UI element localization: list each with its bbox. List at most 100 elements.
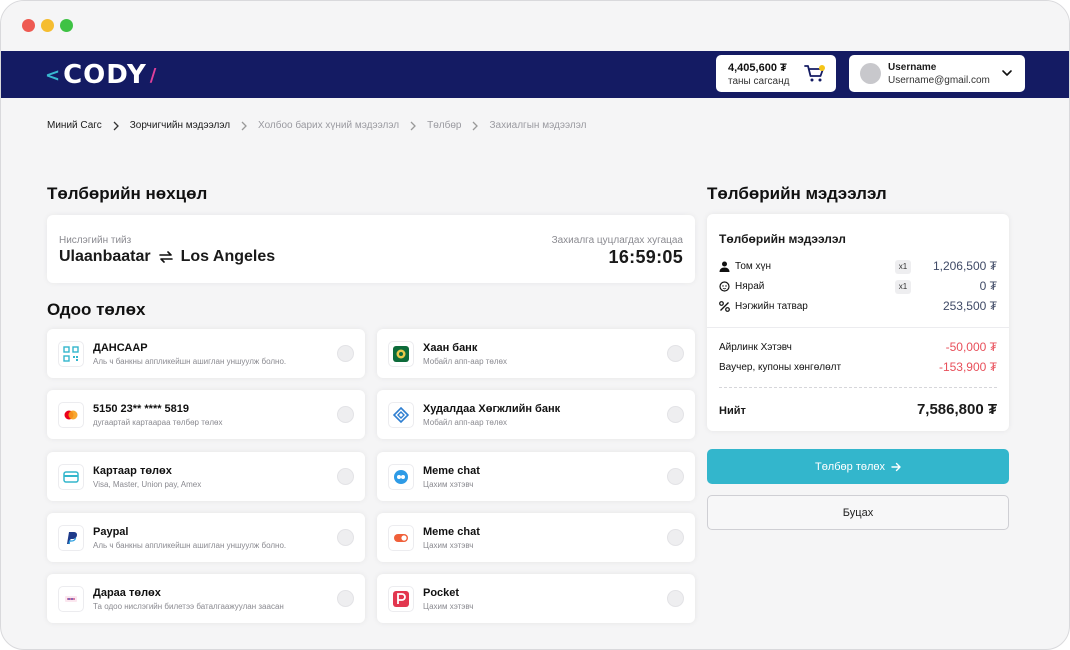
radio-button[interactable] [337, 468, 354, 485]
summary-row-wallet-discount: Айрлинк Хэтэвч -50,000 ₮ [719, 340, 997, 356]
radio-button[interactable] [337, 406, 354, 423]
breadcrumb-item-cart[interactable]: Миний Сагс [47, 120, 102, 131]
payment-method-title: Paypal [93, 526, 129, 538]
card-icon [58, 464, 84, 490]
pay-later-icon [58, 586, 84, 612]
user-menu-button[interactable]: Username Username@gmail.com [849, 55, 1025, 92]
payment-method-subtitle: дугаартай картаараа төлбөр төлөх [93, 418, 223, 427]
breadcrumb-item-contact: Холбоо барих хүний мэдээлэл [258, 120, 400, 131]
flight-route-card: Нислэгийн тийз Захиалга цуцлагдах хугаца… [47, 215, 695, 283]
origin-city: Ulaanbaatar [59, 248, 151, 265]
summary-row-value: -50,000 ₮ [945, 340, 997, 354]
chevron-down-icon [1002, 70, 1012, 76]
payment-method-subtitle: Мобайл апп-аар төлөх [423, 357, 507, 366]
minimize-window-button[interactable] [41, 19, 54, 32]
payment-method-pay-later[interactable]: Дараа төлөх Та одоо нислэгийн билетээ ба… [47, 574, 365, 623]
radio-button[interactable] [667, 406, 684, 423]
toggle-wallet-icon [388, 525, 414, 551]
payment-method-title: ДАНСААР [93, 342, 148, 354]
payment-method-subtitle: Аль ч банкны аппликейшн ашиглан уншуулж … [93, 357, 287, 366]
radio-button[interactable] [667, 590, 684, 607]
divider [707, 327, 1009, 328]
payment-method-card[interactable]: Картаар төлөх Visa, Master, Union pay, A… [47, 452, 365, 501]
flight-ticket-label: Нислэгийн тийз [59, 235, 132, 246]
summary-row-value: -153,900 ₮ [938, 360, 997, 374]
payment-method-title: Хаан банк [423, 342, 478, 354]
flight-route: Ulaanbaatar Los Angeles [59, 248, 275, 266]
payment-method-subtitle: Цахим хэтэвч [423, 541, 474, 550]
payment-method-title: Дараа төлөх [93, 587, 161, 599]
top-navbar: < CODY / 4,405,600 ₮ таны сагсанд Userna… [1, 51, 1069, 98]
pay-button-label: Төлбөр төлөх [814, 460, 886, 473]
cart-summary-button[interactable]: 4,405,600 ₮ таны сагсанд [716, 55, 836, 92]
breadcrumb: Миний Сагс Зорчигчийн мэдээлэл Холбоо ба… [47, 120, 586, 131]
chevron-right-icon [241, 121, 247, 130]
payment-method-bank-transfer[interactable]: ДАНСААР Аль ч банкны аппликейшн ашиглан … [47, 329, 365, 378]
back-button-label: Буцах [842, 506, 874, 519]
summary-row-value: 0 ₮ [979, 279, 997, 293]
payment-method-title: Meme chat [423, 465, 480, 477]
window-titlebar [1, 1, 1069, 51]
payment-method-subtitle: Мобайл апп-аар төлөх [423, 418, 507, 427]
payment-method-title: 5150 23** **** 5819 [93, 403, 190, 415]
breadcrumb-item-payment: Төлбөр [427, 120, 462, 131]
payment-method-title: Pocket [423, 587, 460, 599]
total-label: Нийт [719, 405, 746, 417]
payment-summary-card: Төлбөрийн мэдээлэл Том хүн x1 1,206,500 … [707, 214, 1009, 431]
radio-button[interactable] [667, 529, 684, 546]
breadcrumb-item-passenger[interactable]: Зорчигчийн мэдээлэл [130, 120, 230, 131]
cart-label: таны сагсанд [728, 76, 790, 87]
cody-logo[interactable]: < CODY / [45, 60, 156, 90]
paypal-icon [58, 525, 84, 551]
chevron-right-icon [113, 121, 119, 130]
app-window: < CODY / 4,405,600 ₮ таны сагсанд Userna… [0, 0, 1070, 650]
destination-city: Los Angeles [180, 248, 276, 265]
payment-method-subtitle: Аль ч банкны аппликейшн ашиглан уншуулж … [93, 541, 287, 550]
pay-now-title: Одоо төлөх [47, 300, 146, 319]
back-button[interactable]: Буцах [707, 495, 1009, 530]
radio-button[interactable] [337, 345, 354, 362]
radio-button[interactable] [667, 468, 684, 485]
payment-method-title: Картаар төлөх [93, 465, 172, 477]
summary-row-label: Ваучер, купоны хөнгөлөлт [719, 362, 842, 373]
breadcrumb-item-order: Захиалгын мэдээлэл [489, 120, 587, 131]
timer-label: Захиалга цуцлагдах хугацаа [551, 235, 683, 246]
radio-button[interactable] [337, 590, 354, 607]
summary-row-value: 253,500 ₮ [942, 299, 997, 313]
payment-method-paypal[interactable]: Paypal Аль ч банкны аппликейшн ашиглан у… [47, 513, 365, 562]
tdb-icon [388, 402, 414, 428]
maximize-window-button[interactable] [60, 19, 73, 32]
baby-icon [719, 281, 730, 292]
person-icon [719, 261, 730, 272]
payment-terms-title: Төлбөрийн нөхцөл [47, 184, 208, 203]
payment-method-subtitle: Visa, Master, Union pay, Amex [93, 480, 202, 489]
user-name: Username [888, 62, 937, 73]
qr-icon [58, 341, 84, 367]
summary-row-value: 1,206,500 ₮ [932, 259, 997, 273]
summary-row-label: Нярай [735, 281, 765, 292]
radio-button[interactable] [337, 529, 354, 546]
logo-text: CODY [63, 60, 147, 90]
close-window-button[interactable] [22, 19, 35, 32]
chevron-right-icon [410, 121, 417, 130]
logo-left-bracket: < [45, 64, 61, 86]
avatar [860, 63, 881, 84]
payment-method-pocket[interactable]: Pocket Цахим хэтэвч [377, 574, 695, 623]
cart-amount: 4,405,600 ₮ [728, 62, 787, 74]
logo-slash: / [149, 64, 157, 86]
payment-method-saved-card[interactable]: 5150 23** **** 5819 дугаартай картаараа … [47, 390, 365, 439]
pocket-icon [388, 586, 414, 612]
payment-method-meme-chat-2[interactable]: Meme chat Цахим хэтэвч [377, 513, 695, 562]
radio-button[interactable] [667, 345, 684, 362]
payment-method-meme-chat[interactable]: Meme chat Цахим хэтэвч [377, 452, 695, 501]
summary-row-label: Нэгжийн татвар [735, 301, 808, 312]
payment-method-tdb[interactable]: Худалдаа Хөгжлийн банк Мобайл апп-аар тө… [377, 390, 695, 439]
payment-method-khan-bank[interactable]: Хаан банк Мобайл апп-аар төлөх [377, 329, 695, 378]
khan-bank-icon [388, 341, 414, 367]
user-email: Username@gmail.com [888, 75, 990, 86]
swap-arrows-icon [158, 251, 173, 263]
pay-button[interactable]: Төлбөр төлөх [707, 449, 1009, 484]
payment-method-title: Meme chat [423, 526, 480, 538]
chevron-right-icon [473, 121, 479, 130]
summary-row-label: Айрлинк Хэтэвч [719, 342, 792, 353]
